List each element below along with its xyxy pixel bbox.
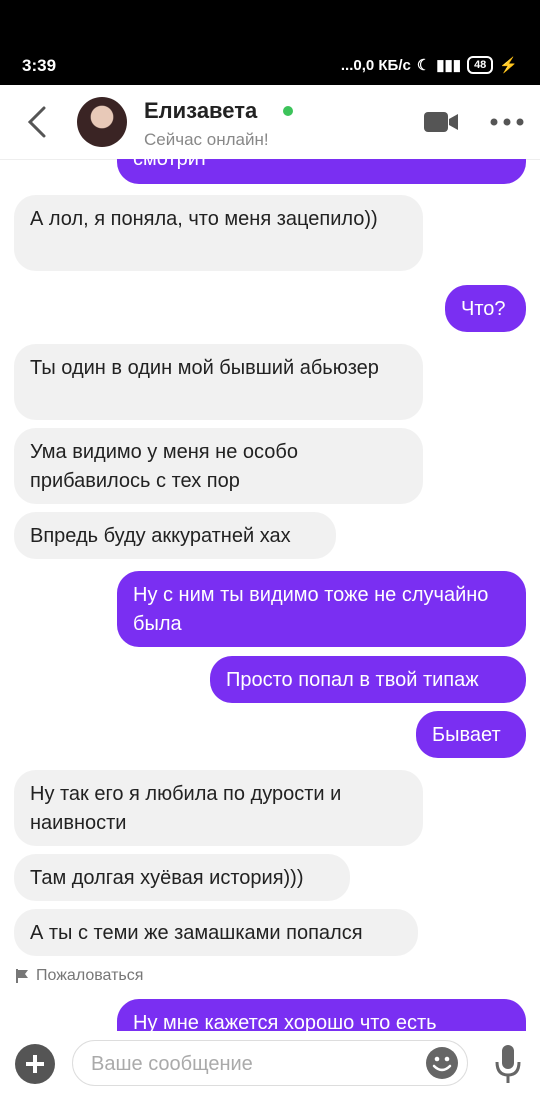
- message-outgoing[interactable]: Ну мне кажется хорошо что есть: [117, 999, 526, 1031]
- report-label: Пожаловаться: [36, 967, 144, 984]
- online-indicator: [283, 106, 293, 116]
- message-incoming[interactable]: Ну так его я любила по дурости и наивнос…: [14, 770, 423, 846]
- moon-icon: ☾: [416, 57, 431, 74]
- contact-status: Сейчас онлайн!: [144, 130, 269, 149]
- message-outgoing[interactable]: Просто попал в твой типаж: [210, 656, 526, 703]
- message-outgoing[interactable]: Бывает: [416, 711, 526, 758]
- message-outgoing[interactable]: Что?: [445, 285, 526, 332]
- signal-icon: ▮▮▮: [436, 57, 462, 74]
- message-field[interactable]: [72, 1040, 468, 1086]
- contact-name[interactable]: Елизавета: [144, 98, 257, 124]
- message-outgoing[interactable]: Ну с ним ты видимо тоже не случайно была: [117, 571, 526, 647]
- message-outgoing[interactable]: смотрит: [117, 159, 526, 184]
- message-incoming[interactable]: Ума видимо у меня не особо прибавилось с…: [14, 428, 423, 504]
- microphone-icon[interactable]: [494, 1044, 522, 1084]
- back-arrow-icon[interactable]: [24, 105, 54, 139]
- status-time: 3:39: [22, 56, 57, 75]
- status-icons: ...0,0 КБ/с ☾ ▮▮▮ 48 ⚡: [341, 56, 518, 74]
- emoji-icon[interactable]: [425, 1046, 459, 1080]
- report-link[interactable]: Пожаловаться: [16, 967, 143, 985]
- message-input[interactable]: [89, 1049, 423, 1079]
- composer: [0, 1031, 540, 1096]
- charging-icon: ⚡: [499, 57, 518, 74]
- battery-icon: 48: [467, 56, 494, 74]
- video-call-icon[interactable]: [424, 111, 458, 133]
- network-speed: ...0,0 КБ/с: [340, 56, 411, 74]
- chat-header: Елизавета Сейчас онлайн!: [0, 85, 540, 160]
- message-incoming[interactable]: Ты один в один мой бывший абьюзер: [14, 344, 423, 420]
- message-list[interactable]: смотрит А лол, я поняла, что меня зацепи…: [0, 159, 540, 1031]
- avatar[interactable]: [77, 97, 127, 147]
- more-options-icon[interactable]: [490, 118, 524, 126]
- message-incoming[interactable]: А лол, я поняла, что меня зацепило)): [14, 195, 423, 271]
- status-bar: 3:39 ...0,0 КБ/с ☾ ▮▮▮ 48 ⚡: [0, 0, 540, 85]
- message-incoming[interactable]: А ты с теми же замашками попался: [14, 909, 418, 956]
- message-incoming[interactable]: Там долгая хуёвая история))): [14, 854, 350, 901]
- flag-icon: [16, 969, 28, 983]
- add-attachment-icon[interactable]: [15, 1044, 55, 1084]
- message-incoming[interactable]: Впредь буду аккуратней хах: [14, 512, 336, 559]
